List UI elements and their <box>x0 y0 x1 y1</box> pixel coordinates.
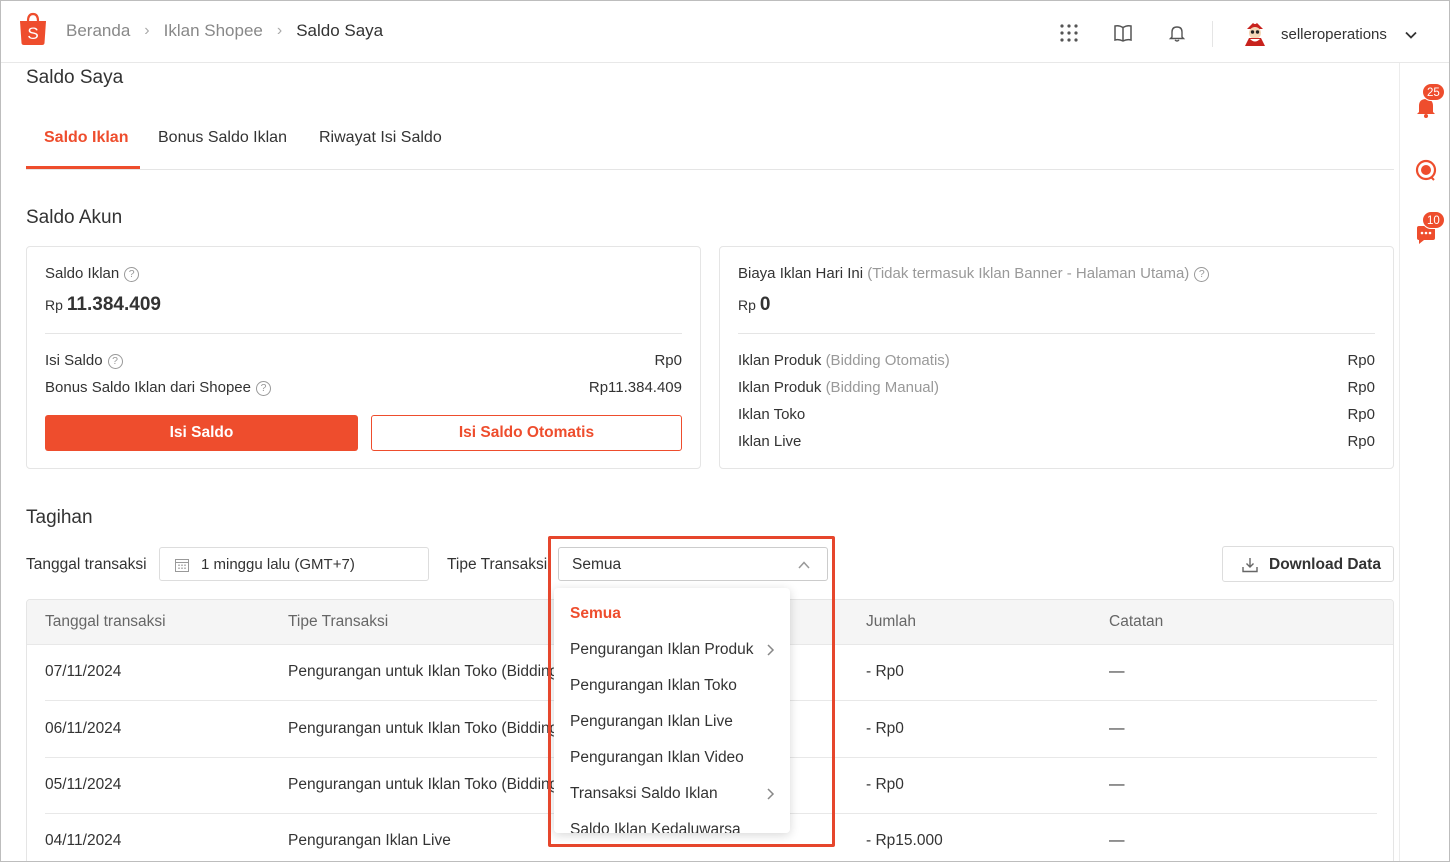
column-header: Catatan <box>1109 613 1164 630</box>
apps-grid-icon[interactable] <box>1059 23 1079 43</box>
column-header: Jumlah <box>866 613 916 630</box>
breadcrumb-home[interactable]: Beranda <box>66 21 130 41</box>
cell-amount: - Rp0 <box>866 663 904 680</box>
dropdown-option-pengurangan-iklan-produk[interactable]: Pengurangan Iklan Produk <box>570 641 754 659</box>
biaya-iklan-amount: Rp 0 <box>738 294 771 315</box>
section-title-saldo-akun: Saldo Akun <box>26 207 123 228</box>
biaya-iklan-label: Biaya Iklan Hari Ini (Tidak termasuk Ikl… <box>738 265 1210 282</box>
date-filter-label: Tanggal transaksi <box>26 556 147 573</box>
cell-note: — <box>1109 720 1125 737</box>
isi-saldo-label: Isi Saldo? <box>45 352 123 369</box>
biaya-row-value: Rp0 <box>1347 379 1375 396</box>
book-icon[interactable] <box>1113 23 1133 43</box>
top-bar: S Beranda › Iklan Shopee › Saldo Saya se… <box>1 1 1449 63</box>
cell-amount: - Rp0 <box>866 776 904 793</box>
biaya-row-label: Iklan Produk (Bidding Otomatis) <box>738 352 950 369</box>
biaya-row-value: Rp0 <box>1347 352 1375 369</box>
help-icon[interactable]: ? <box>255 381 271 396</box>
app-frame: S Beranda › Iklan Shopee › Saldo Saya se… <box>0 0 1450 862</box>
isi-saldo-otomatis-button[interactable]: Isi Saldo Otomatis <box>371 415 682 451</box>
page-title: Saldo Saya <box>26 67 124 88</box>
floating-side-rail: 25 10 <box>1399 63 1449 861</box>
download-icon <box>1242 558 1258 573</box>
cell-note: — <box>1109 663 1125 680</box>
cell-note: — <box>1109 776 1125 793</box>
chevron-down-icon[interactable] <box>1404 28 1418 42</box>
saldo-iklan-amount: Rp 11.384.409 <box>45 294 161 315</box>
cell-note: — <box>1109 832 1125 849</box>
active-tab-indicator <box>26 166 140 169</box>
username[interactable]: selleroperations <box>1281 26 1387 43</box>
calendar-icon <box>175 559 189 572</box>
chevron-right-icon <box>767 788 775 800</box>
cell-date: 05/11/2024 <box>45 776 122 793</box>
cell-date: 04/11/2024 <box>45 832 122 849</box>
cell-amount: - Rp0 <box>866 720 904 737</box>
column-header: Tanggal transaksi <box>45 613 166 630</box>
type-filter-label: Tipe Transaksi <box>447 556 548 573</box>
transaction-type-value: Semua <box>572 556 622 573</box>
notification-badge: 25 <box>1422 83 1445 101</box>
chevron-right-icon: › <box>276 22 283 39</box>
download-data-button[interactable]: Download Data <box>1222 546 1394 582</box>
help-icon[interactable]: ? <box>1194 267 1210 282</box>
saldo-iklan-label: Saldo Iklan? <box>45 265 140 282</box>
biaya-iklan-card: Biaya Iklan Hari Ini (Tidak termasuk Ikl… <box>719 246 1394 469</box>
tab-saldo-iklan[interactable]: Saldo Iklan <box>44 129 128 147</box>
breadcrumb: Beranda › Iklan Shopee › Saldo Saya <box>66 21 383 41</box>
dropdown-option-semua[interactable]: Semua <box>570 605 621 623</box>
date-range-picker[interactable]: 1 minggu lalu (GMT+7) <box>159 547 429 581</box>
chevron-right-icon: › <box>144 22 150 39</box>
chat-badge: 10 <box>1422 211 1445 229</box>
transaction-type-dropdown: Semua Pengurangan Iklan Produk Pengurang… <box>554 588 790 833</box>
avatar[interactable] <box>1241 19 1269 47</box>
cell-date: 07/11/2024 <box>45 663 122 680</box>
biaya-row-value: Rp0 <box>1347 406 1375 423</box>
cell-type: Pengurangan untuk Iklan Toko (Bidding <box>288 663 559 680</box>
tab-bar: Saldo Iklan Bonus Saldo Iklan Riwayat Is… <box>26 109 1394 170</box>
divider <box>738 333 1375 334</box>
date-range-value: 1 minggu lalu (GMT+7) <box>201 556 355 573</box>
chevron-up-icon <box>798 561 810 569</box>
dropdown-option-pengurangan-iklan-video[interactable]: Pengurangan Iklan Video <box>570 749 744 767</box>
biaya-row-value: Rp0 <box>1347 433 1375 450</box>
breadcrumb-current: Saldo Saya <box>296 21 384 40</box>
dropdown-option-saldo-iklan-kedaluwarsa[interactable]: Saldo Iklan Kedaluwarsa <box>570 821 741 833</box>
bonus-saldo-label: Bonus Saldo Iklan dari Shopee? <box>45 379 271 396</box>
bonus-saldo-value: Rp11.384.409 <box>588 379 682 396</box>
breadcrumb-iklan-shopee[interactable]: Iklan Shopee <box>164 21 263 41</box>
biaya-row-label: Iklan Live <box>738 433 802 450</box>
saldo-iklan-card: Saldo Iklan? Rp 11.384.409 Isi Saldo? Rp0… <box>26 246 701 469</box>
isi-saldo-button[interactable]: Isi Saldo <box>45 415 358 451</box>
section-title-tagihan: Tagihan <box>26 507 93 528</box>
download-data-label: Download Data <box>1269 556 1381 573</box>
cell-type: Pengurangan Iklan Live <box>288 832 451 849</box>
bell-icon[interactable] <box>1167 23 1187 43</box>
header-divider <box>1212 21 1213 47</box>
cell-amount: - Rp15.000 <box>866 832 943 849</box>
divider <box>45 333 682 334</box>
isi-saldo-value: Rp0 <box>654 352 682 369</box>
cell-type: Pengurangan untuk Iklan Toko (Bidding <box>288 720 559 737</box>
chevron-right-icon <box>767 644 775 656</box>
shopee-logo-icon[interactable]: S <box>17 12 49 46</box>
support-headset-icon[interactable] <box>1414 158 1438 182</box>
dropdown-option-pengurangan-iklan-toko[interactable]: Pengurangan Iklan Toko <box>570 677 737 695</box>
column-header: Tipe Transaksi <box>288 613 389 630</box>
biaya-row-label: Iklan Toko <box>738 406 806 423</box>
help-icon[interactable]: ? <box>107 354 123 369</box>
dropdown-option-transaksi-saldo-iklan[interactable]: Transaksi Saldo Iklan <box>570 785 718 803</box>
svg-text:S: S <box>27 24 38 43</box>
tab-bonus-saldo-iklan[interactable]: Bonus Saldo Iklan <box>158 129 287 147</box>
transaction-type-select[interactable]: Semua <box>558 547 828 581</box>
tab-riwayat-isi-saldo[interactable]: Riwayat Isi Saldo <box>319 129 442 147</box>
cell-type: Pengurangan untuk Iklan Toko (Bidding <box>288 776 559 793</box>
dropdown-option-pengurangan-iklan-live[interactable]: Pengurangan Iklan Live <box>570 713 733 731</box>
cell-date: 06/11/2024 <box>45 720 122 737</box>
biaya-row-label: Iklan Produk (Bidding Manual) <box>738 379 939 396</box>
help-icon[interactable]: ? <box>124 267 140 282</box>
